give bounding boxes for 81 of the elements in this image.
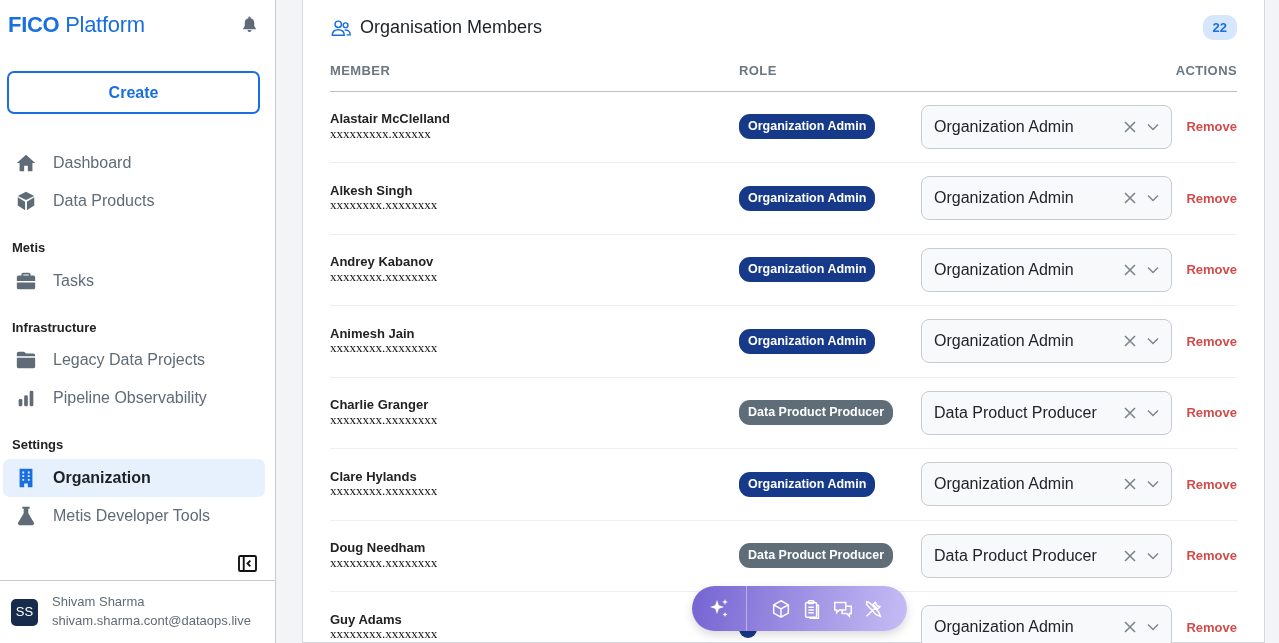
clear-icon[interactable] <box>1124 192 1136 205</box>
sidebar-item[interactable]: Dashboard <box>3 144 265 182</box>
remove-link[interactable]: Remove <box>1186 617 1237 637</box>
sidebar-item[interactable]: Pipeline Observability <box>3 379 265 417</box>
remove-link[interactable]: Remove <box>1186 117 1237 137</box>
role-badge: Organization Admin <box>739 257 876 283</box>
member-email: xxxxxxxx.xxxxxxxx <box>330 412 439 428</box>
member-name: Andrey Kabanov <box>330 255 435 270</box>
member-email: xxxxxxxx.xxxxxxxx <box>330 484 439 499</box>
member-email: xxxxxxxx.xxxxxxxx <box>330 341 439 356</box>
create-button[interactable]: Create <box>7 71 260 114</box>
role-badge: Organization Admin <box>739 114 876 140</box>
user-name: Shivam Sharma <box>52 593 146 612</box>
column-header: MEMBER <box>330 62 392 80</box>
home-icon <box>15 152 37 174</box>
member-email: xxxxxxxx.xxxxxxxx <box>330 555 439 571</box>
section-heading: Settings <box>11 436 65 454</box>
clear-icon[interactable] <box>1124 406 1136 419</box>
member-name: Doug Needham <box>330 541 427 556</box>
role-select[interactable]: Data Product Producer <box>921 390 1172 435</box>
remove-link[interactable]: Remove <box>1186 546 1237 566</box>
remove-link[interactable]: Remove <box>1186 331 1237 351</box>
remove-link[interactable]: Remove <box>1186 188 1237 208</box>
column-header: ROLE <box>739 62 778 80</box>
column-header: ACTIONS <box>1175 62 1237 80</box>
sidebar-item[interactable]: Data Products <box>3 182 265 220</box>
section-heading: Metis <box>11 239 47 257</box>
cube-icon <box>15 190 37 212</box>
member-count: 22 <box>1202 14 1237 41</box>
member-name: Charlie Granger <box>330 398 430 413</box>
user-avatar: SS <box>11 598 38 626</box>
logo: FICO Platform <box>8 11 145 39</box>
member-email: xxxxxxxx.xxxxxxxx <box>330 269 439 285</box>
clear-icon[interactable] <box>1124 120 1136 133</box>
member-name: Alastair McClelland <box>330 112 451 127</box>
member-email: xxxxxxxx.xxxxxxxx <box>330 627 439 642</box>
chevron-down-icon[interactable] <box>1147 194 1159 203</box>
folder-icon <box>15 349 37 371</box>
clear-icon[interactable] <box>1124 263 1136 276</box>
member-name: Alkesh Singh <box>330 183 414 199</box>
role-badge: Organization Admin <box>739 185 876 211</box>
clear-icon[interactable] <box>1124 549 1136 562</box>
sidebar-item[interactable]: Legacy Data Projects <box>3 341 265 379</box>
role-select[interactable]: Data Product Producer <box>921 533 1172 578</box>
remove-link[interactable]: Remove <box>1186 403 1237 423</box>
role-select[interactable]: Organization Admin <box>921 247 1172 292</box>
role-badge: Organization Admin <box>739 328 876 354</box>
card-title: Organisation Members <box>360 16 543 39</box>
member-name: Clare Hylands <box>330 469 418 485</box>
sidebar-item[interactable]: Tasks <box>3 261 265 300</box>
section-heading: Infrastructure <box>11 318 98 337</box>
role-select[interactable]: Organization Admin <box>921 605 1172 643</box>
member-name: Animesh Jain <box>330 326 416 342</box>
role-badge: Data Product Producer <box>739 400 894 426</box>
role-select[interactable]: Organization Admin <box>921 176 1172 221</box>
chevron-down-icon[interactable] <box>1147 623 1159 632</box>
role-select[interactable]: Organization Admin <box>921 319 1172 364</box>
role-select[interactable]: Organization Admin <box>921 104 1172 149</box>
member-name: Guy Adams <box>330 612 403 628</box>
chevron-down-icon[interactable] <box>1147 337 1159 346</box>
user-email: shivam.sharma.cont@dataops.live <box>52 612 251 631</box>
chevron-down-icon[interactable] <box>1147 408 1159 417</box>
member-email: xxxxxxxxx.xxxxxx <box>330 126 432 142</box>
role-badge: Organization Admin <box>739 471 876 497</box>
chevron-down-icon[interactable] <box>1147 265 1159 274</box>
remove-link[interactable]: Remove <box>1186 474 1237 494</box>
chevron-down-icon[interactable] <box>1147 551 1159 560</box>
chevron-down-icon[interactable] <box>1147 480 1159 489</box>
notification-bell-icon[interactable] <box>240 15 259 34</box>
chevron-down-icon[interactable] <box>1147 122 1159 131</box>
remove-link[interactable]: Remove <box>1186 260 1237 280</box>
role-select[interactable]: Organization Admin <box>921 462 1172 507</box>
collapse-sidebar-icon[interactable] <box>238 555 257 573</box>
clear-icon[interactable] <box>1124 621 1136 634</box>
member-email: xxxxxxxx.xxxxxxxx <box>330 198 439 213</box>
clear-icon[interactable] <box>1124 335 1136 348</box>
role-badge: Data Product Producer <box>739 543 894 569</box>
sidebar-item[interactable]: Organization <box>3 458 265 497</box>
flask-icon <box>15 504 37 527</box>
clear-icon[interactable] <box>1124 478 1136 491</box>
sidebar-item[interactable]: Metis Developer Tools <box>3 496 265 535</box>
